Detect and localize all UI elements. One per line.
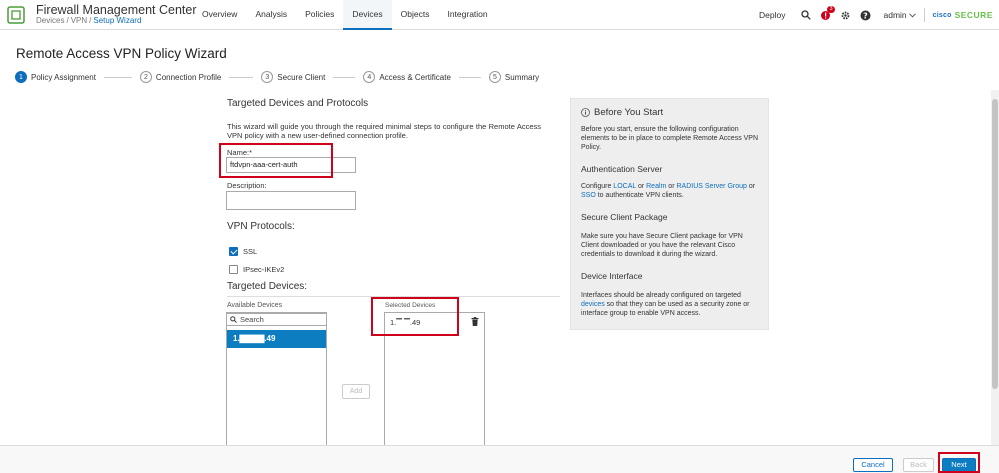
page-title: Remote Access VPN Policy Wizard <box>16 46 227 61</box>
info-intro: Before you start, ensure the following c… <box>581 126 759 151</box>
breadcrumb: Devices / VPN / Setup Wizard <box>36 16 142 25</box>
step-access-certificate[interactable]: 4 Access & Certificate <box>363 71 451 83</box>
step-connector <box>333 76 356 78</box>
text: so that they can be used as a security z… <box>581 301 750 317</box>
add-button[interactable]: Add <box>342 384 370 399</box>
step-label: Connection Profile <box>155 72 222 82</box>
nav-policies[interactable]: Policies <box>296 0 343 30</box>
svg-text:?: ? <box>863 11 868 20</box>
text: to authenticate VPN clients. <box>595 192 684 199</box>
nav-integration[interactable]: Integration <box>438 0 496 30</box>
step-secure-client[interactable]: 3 Secure Client <box>261 71 325 83</box>
next-highlight-box <box>938 452 980 473</box>
header-actions: Deploy 3 ? admin cisco SECURE <box>759 0 993 30</box>
step-number: 3 <box>261 71 274 83</box>
search-placeholder: Search <box>240 315 264 324</box>
breadcrumb-setup-wizard[interactable]: Setup Wizard <box>93 16 141 25</box>
step-connector <box>229 76 254 78</box>
radius-server-group-link[interactable]: RADIUS Server Group <box>676 183 746 190</box>
trash-icon[interactable] <box>471 317 479 326</box>
settings-gear-icon[interactable] <box>840 9 852 21</box>
step-policy-assignment[interactable]: 1 Policy Assignment <box>15 71 96 83</box>
auth-server-title: Authentication Server <box>581 164 663 174</box>
text: Configure <box>581 183 614 190</box>
text: or <box>636 183 647 190</box>
ipsec-ikev2-checkbox[interactable] <box>229 265 238 274</box>
wizard-stepper: 1 Policy Assignment 2 Connection Profile… <box>15 70 539 84</box>
selected-devices-highlight-box <box>371 297 459 336</box>
main-nav: Overview Analysis Policies Devices Objec… <box>193 0 497 30</box>
breadcrumb-devices[interactable]: Devices <box>36 16 64 25</box>
cancel-button[interactable]: Cancel <box>853 458 893 472</box>
step-number: 5 <box>488 71 501 83</box>
step-number: 2 <box>139 71 152 83</box>
notification-badge: 3 <box>827 6 835 13</box>
text: Interfaces should be already configured … <box>581 292 741 299</box>
step-number: 1 <box>15 71 27 83</box>
text: or <box>746 183 756 190</box>
step-connection-profile[interactable]: 2 Connection Profile <box>139 71 222 83</box>
search-icon[interactable] <box>800 9 812 21</box>
auth-server-text: Configure LOCAL or Realm or RADIUS Serve… <box>581 182 762 200</box>
step-connector <box>103 76 132 78</box>
step-connector <box>458 76 481 78</box>
wizard-footer <box>0 445 999 473</box>
search-icon <box>230 316 237 323</box>
nav-objects[interactable]: Objects <box>392 0 439 30</box>
ssl-label: SSL <box>243 247 258 256</box>
nav-overview[interactable]: Overview <box>193 0 246 30</box>
ssl-checkbox[interactable] <box>229 247 238 256</box>
nav-devices[interactable]: Devices <box>343 0 392 30</box>
search-input[interactable]: Search <box>226 313 327 326</box>
available-devices-label: Available Devices <box>227 302 283 309</box>
device-interface-text: Interfaces should be already configured … <box>581 291 762 318</box>
device-interface-title: Device Interface <box>581 271 643 281</box>
step-label: Access & Certificate <box>379 72 451 82</box>
top-bar: Firewall Management Center Devices / VPN / S… <box>0 0 999 30</box>
ipsec-ikev2-label: IPsec-IKEv2 <box>243 265 285 274</box>
local-link[interactable]: LOCAL <box>613 183 636 190</box>
text: or <box>666 183 677 190</box>
user-name: admin <box>883 10 907 20</box>
deploy-button[interactable]: Deploy <box>759 10 785 20</box>
breadcrumb-vpn[interactable]: VPN <box>71 16 87 25</box>
step-summary[interactable]: 5 Summary <box>488 71 540 83</box>
description-label: Description: <box>227 181 267 190</box>
sso-link[interactable]: SSO <box>581 192 596 199</box>
help-icon[interactable]: ? <box>860 9 872 21</box>
realm-link[interactable]: Realm <box>646 183 666 190</box>
available-device-item[interactable]: 1.▇▇▇▇.49 <box>227 330 326 348</box>
step-number: 4 <box>363 71 376 83</box>
step-label: Summary <box>504 72 540 82</box>
secure-wordmark: SECURE <box>954 10 993 20</box>
cisco-wordmark: cisco <box>932 11 952 19</box>
nav-analysis[interactable]: Analysis <box>246 0 296 30</box>
chevron-down-icon <box>908 12 916 18</box>
wizard-intro-text: This wizard will guide you through the r… <box>227 122 541 140</box>
vpn-protocols-title: VPN Protocols: <box>227 221 295 232</box>
notifications-icon[interactable]: 3 <box>820 6 835 21</box>
name-highlight-box <box>219 143 333 178</box>
step-label: Policy Assignment <box>31 72 96 82</box>
targeted-devices-title: Targeted Devices: <box>227 281 308 292</box>
before-you-start-panel: Before You Start Before you start, ensur… <box>570 98 769 330</box>
wizard-content <box>0 90 999 445</box>
secure-client-package-text: Make sure you have Secure Client package… <box>581 233 743 258</box>
section-title: Targeted Devices and Protocols <box>227 98 369 109</box>
description-input[interactable] <box>226 191 356 210</box>
back-button[interactable]: Back <box>903 458 934 472</box>
cisco-secure-logo: cisco SECURE <box>933 10 993 20</box>
user-menu[interactable]: admin <box>884 10 916 20</box>
info-title-text: Before You Start <box>594 107 664 118</box>
app-title: Firewall Management Center <box>36 3 197 17</box>
divider <box>923 8 925 22</box>
fmc-logo-icon <box>7 6 25 24</box>
scrollbar-thumb[interactable] <box>992 99 998 389</box>
secure-client-package-title: Secure Client Package <box>581 212 668 222</box>
step-label: Secure Client <box>277 72 326 82</box>
info-panel-title: Before You Start <box>581 107 663 118</box>
devices-link[interactable]: devices <box>581 301 605 308</box>
info-icon <box>581 108 590 117</box>
